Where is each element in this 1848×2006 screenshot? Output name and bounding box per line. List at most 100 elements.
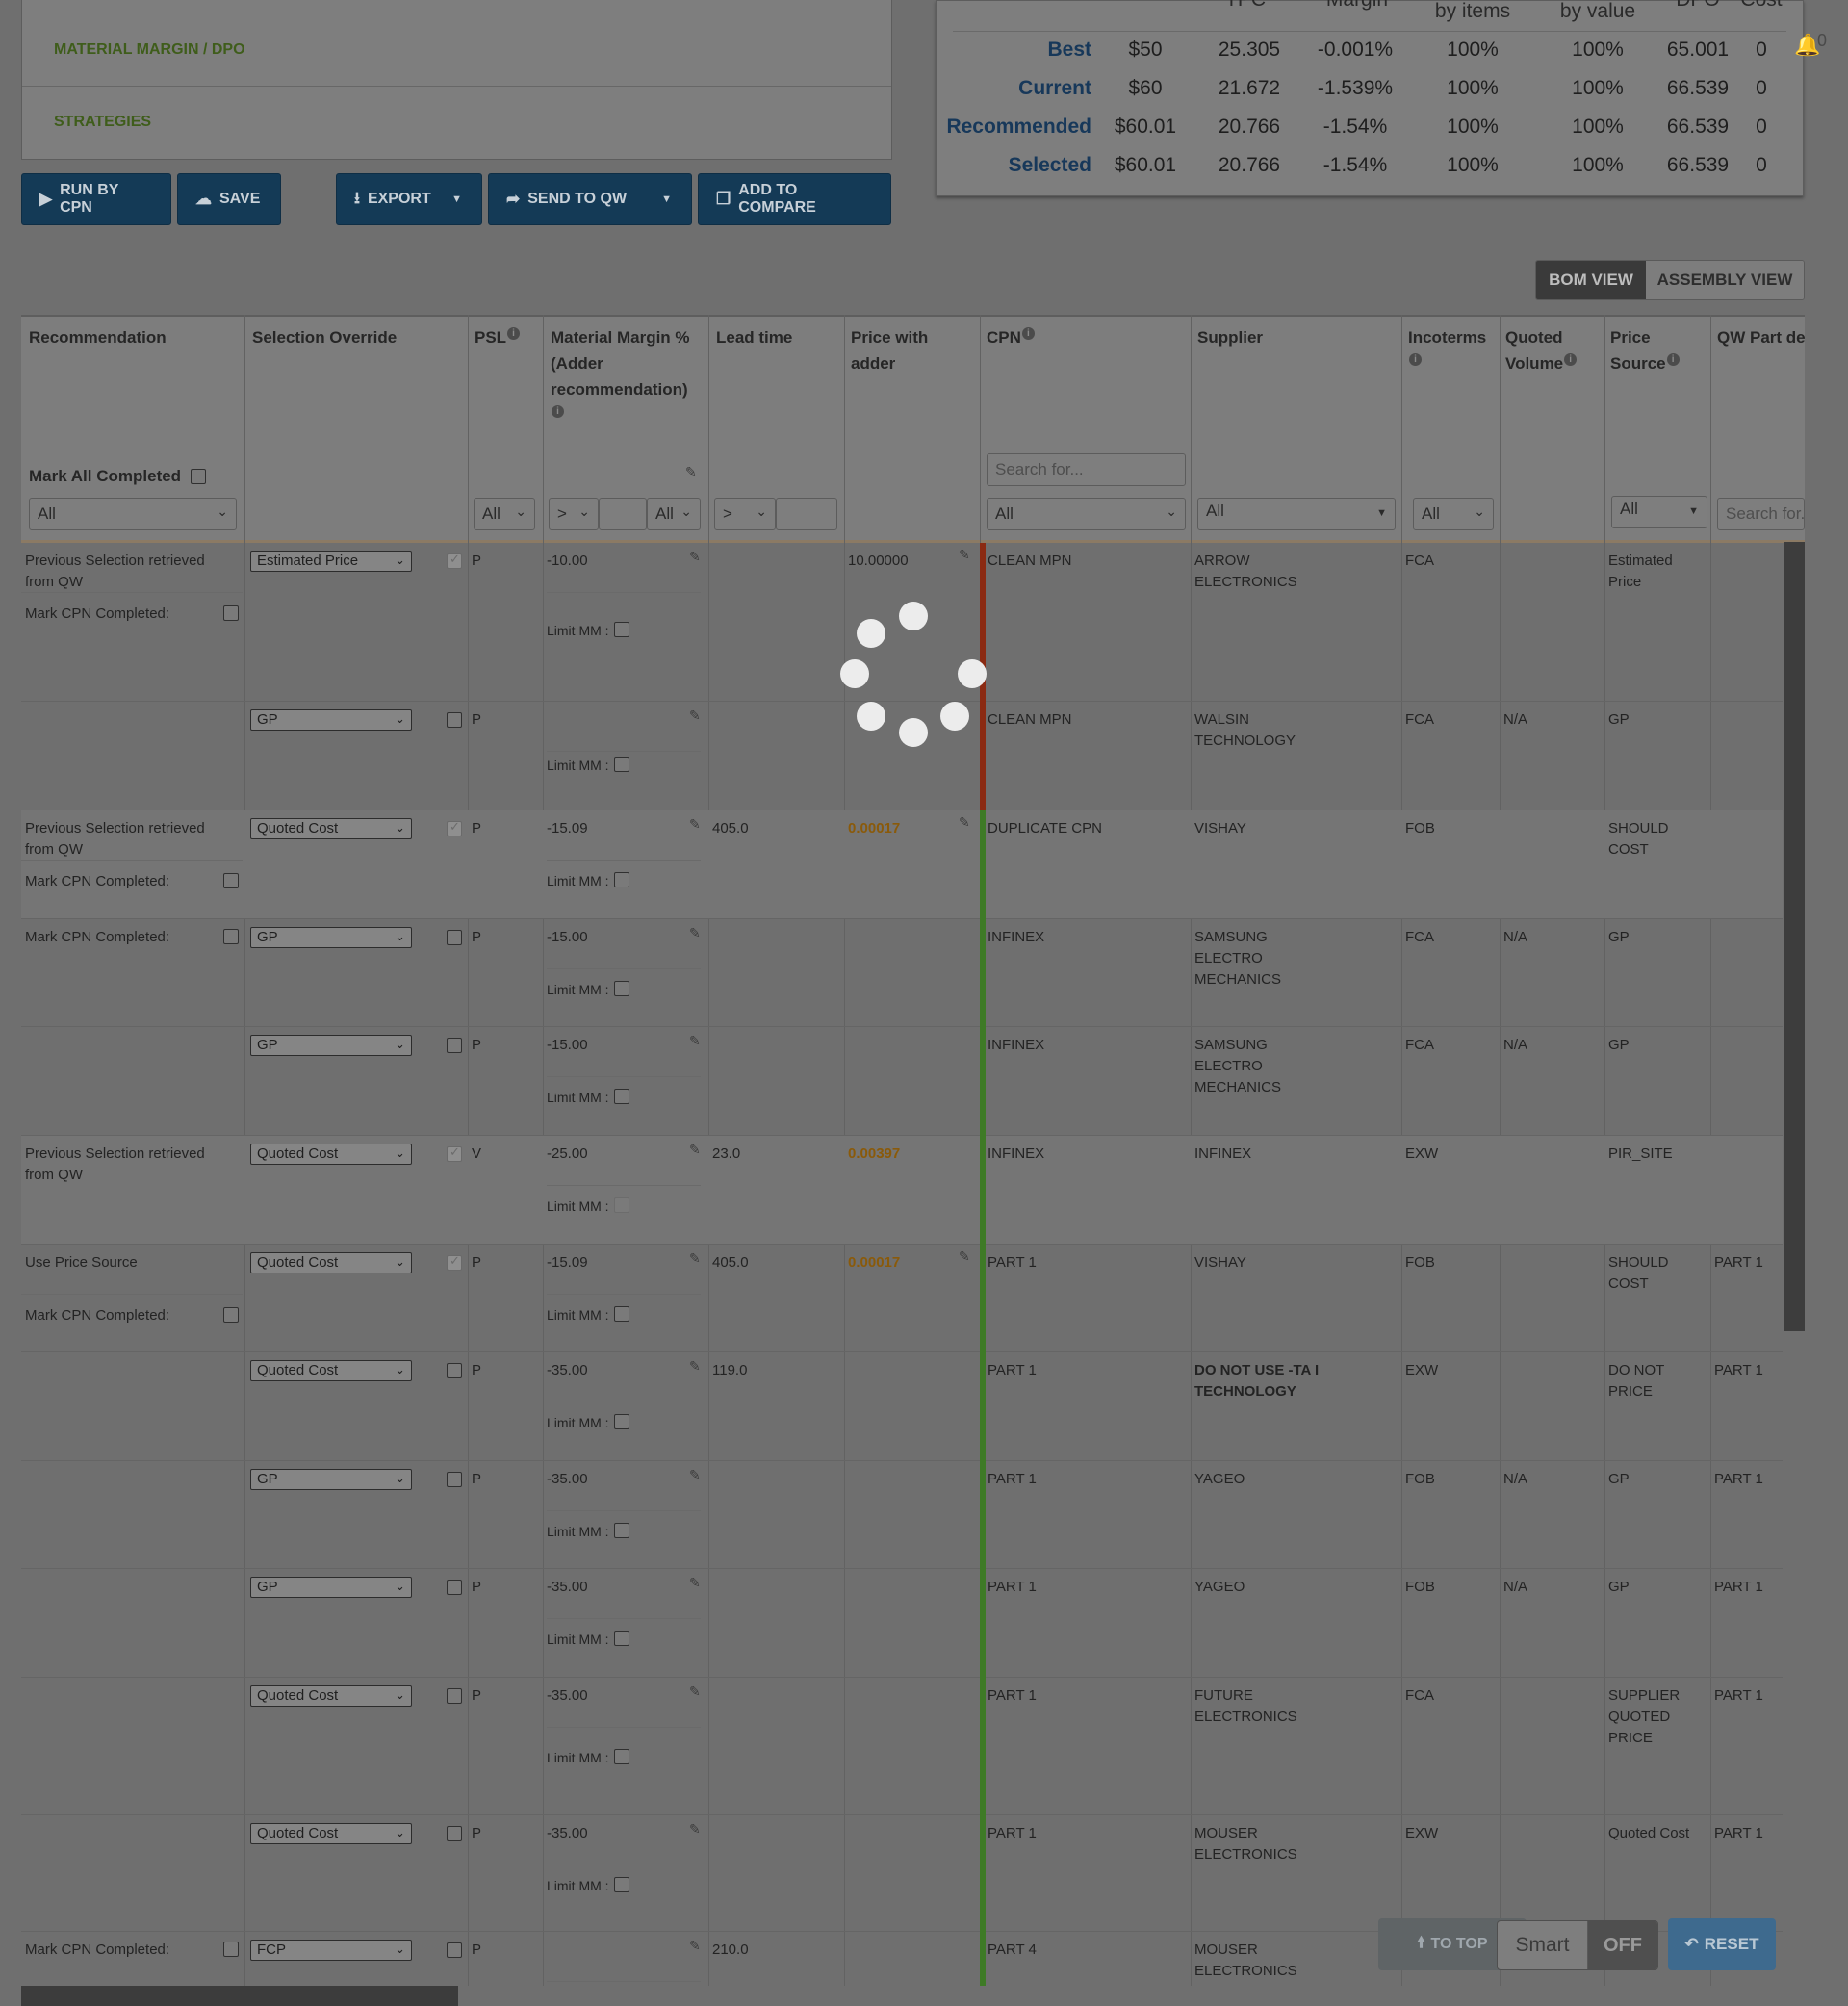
incoterms-filter[interactable]: All ⌄ <box>1413 498 1494 530</box>
limit-mm-checkbox[interactable] <box>614 1523 629 1538</box>
header-selection-override[interactable]: Selection Override <box>252 324 397 350</box>
pencil-icon[interactable]: ✎ <box>689 1575 701 1591</box>
caret-down-icon[interactable]: ▼ <box>661 193 672 205</box>
psl-filter[interactable]: All ⌄ <box>474 498 535 530</box>
header-material-margin[interactable]: Material Margin % (Adder recommendation)… <box>551 324 705 428</box>
psl-checkbox[interactable] <box>447 819 462 836</box>
assembly-view-button[interactable]: ASSEMBLY VIEW <box>1646 261 1804 299</box>
save-button[interactable]: ☁ SAVE <box>177 173 281 225</box>
selection-override-select[interactable]: GP ⌄ <box>250 709 412 731</box>
mark-cpn-completed-checkbox[interactable] <box>223 1942 239 1957</box>
selection-override-select[interactable]: GP ⌄ <box>250 1577 412 1598</box>
mark-cpn-completed-checkbox[interactable] <box>223 1307 239 1323</box>
mark-cpn-completed-checkbox[interactable] <box>223 605 239 621</box>
header-lead-time[interactable]: Lead time <box>716 324 792 350</box>
mark-all-completed-checkbox[interactable] <box>191 469 206 484</box>
selection-override-select[interactable]: Quoted Cost ⌄ <box>250 818 412 839</box>
pencil-icon[interactable]: ✎ <box>689 1938 701 1954</box>
lead-operator-filter[interactable]: > ⌄ <box>714 498 776 530</box>
header-cpn[interactable]: CPN i <box>987 324 1035 350</box>
psl-checkbox[interactable] <box>447 1144 462 1162</box>
selection-override-select[interactable]: Quoted Cost ⌄ <box>250 1252 412 1273</box>
header-incoterms[interactable]: Incoterms i <box>1408 324 1486 376</box>
send-to-qw-button[interactable]: ➦ SEND TO QW ▼ <box>488 173 692 225</box>
selection-override-select[interactable]: Quoted Cost ⌄ <box>250 1360 412 1381</box>
psl-checkbox[interactable] <box>447 1253 462 1271</box>
psl-checkbox[interactable] <box>447 1580 462 1595</box>
caret-down-icon[interactable]: ▼ <box>451 193 462 205</box>
header-quoted-volume[interactable]: Quoted Volume i <box>1505 324 1582 376</box>
mark-cpn-completed-checkbox[interactable] <box>223 873 239 888</box>
add-to-compare-button[interactable]: ❐ ADD TO COMPARE <box>698 173 891 225</box>
limit-mm-checkbox[interactable] <box>614 872 629 887</box>
price-source-filter[interactable]: All ▼ <box>1611 496 1707 528</box>
limit-mm-checkbox[interactable] <box>614 622 629 637</box>
pencil-icon[interactable]: ✎ <box>689 1033 701 1049</box>
header-qw-part[interactable]: QW Part de <box>1717 324 1805 350</box>
info-icon[interactable]: i <box>1409 353 1422 367</box>
export-button[interactable]: ⭳ EXPORT ▼ <box>336 173 482 225</box>
mark-cpn-completed-checkbox[interactable] <box>223 929 239 944</box>
pencil-icon[interactable]: ✎ <box>685 464 697 480</box>
header-supplier[interactable]: Supplier <box>1197 324 1263 350</box>
limit-mm-checkbox[interactable] <box>614 1877 629 1892</box>
pencil-icon[interactable]: ✎ <box>689 925 701 941</box>
cpn-filter[interactable]: All ⌄ <box>987 498 1186 530</box>
panel-item-strategies[interactable]: STRATEGIES <box>22 88 891 159</box>
header-price-source[interactable]: Price Source i <box>1610 324 1687 376</box>
supplier-filter[interactable]: All ▼ <box>1197 498 1396 530</box>
pencil-icon[interactable]: ✎ <box>689 816 701 833</box>
bom-view-button[interactable]: BOM VIEW <box>1536 261 1646 299</box>
smart-off-state[interactable]: OFF <box>1588 1921 1657 1969</box>
pencil-icon[interactable]: ✎ <box>959 547 970 563</box>
mm-adder-filter[interactable]: All ⌄ <box>647 498 701 530</box>
limit-mm-checkbox[interactable] <box>614 1089 629 1104</box>
selection-override-select[interactable]: GP ⌄ <box>250 1469 412 1490</box>
psl-checkbox[interactable] <box>447 1472 462 1487</box>
lead-value-filter[interactable] <box>776 498 837 530</box>
pencil-icon[interactable]: ✎ <box>689 707 701 724</box>
psl-checkbox[interactable] <box>447 1688 462 1704</box>
qw-part-search-input[interactable]: Search for... <box>1717 498 1805 530</box>
limit-mm-checkbox[interactable] <box>614 981 629 996</box>
pencil-icon[interactable]: ✎ <box>689 1821 701 1838</box>
limit-mm-checkbox[interactable] <box>614 1197 629 1213</box>
selection-override-select[interactable]: FCP ⌄ <box>250 1940 412 1961</box>
limit-mm-checkbox[interactable] <box>614 1631 629 1646</box>
mm-operator-filter[interactable]: > ⌄ <box>549 498 599 530</box>
pencil-icon[interactable]: ✎ <box>689 1684 701 1700</box>
pencil-icon[interactable]: ✎ <box>959 814 970 831</box>
psl-checkbox[interactable] <box>447 1826 462 1841</box>
pencil-icon[interactable]: ✎ <box>689 1250 701 1267</box>
info-icon[interactable]: i <box>552 405 564 419</box>
psl-checkbox[interactable] <box>447 1038 462 1053</box>
pencil-icon[interactable]: ✎ <box>689 1142 701 1158</box>
psl-checkbox[interactable] <box>447 552 462 569</box>
cpn-search-input[interactable]: Search for... <box>987 453 1186 486</box>
reset-button[interactable]: ↶ RESET <box>1668 1918 1776 1970</box>
mm-value-filter[interactable] <box>599 498 647 530</box>
selection-override-select[interactable]: Quoted Cost ⌄ <box>250 1144 412 1165</box>
selection-override-select[interactable]: GP ⌄ <box>250 927 412 948</box>
psl-checkbox[interactable] <box>447 1363 462 1378</box>
limit-mm-checkbox[interactable] <box>614 1306 629 1322</box>
selection-override-select[interactable]: Quoted Cost ⌄ <box>250 1685 412 1707</box>
limit-mm-checkbox[interactable] <box>614 1414 629 1429</box>
header-psl[interactable]: PSL i <box>475 324 521 350</box>
limit-mm-checkbox[interactable] <box>614 1749 629 1764</box>
psl-checkbox[interactable] <box>447 930 462 945</box>
psl-checkbox[interactable] <box>447 712 462 728</box>
recommendation-filter[interactable]: All ⌄ <box>29 498 237 530</box>
selection-override-select[interactable]: Quoted Cost ⌄ <box>250 1823 412 1844</box>
info-icon[interactable]: i <box>1666 353 1680 367</box>
info-icon[interactable]: i <box>507 327 521 341</box>
header-recommendation[interactable]: Recommendation <box>29 324 167 350</box>
run-by-cpn-button[interactable]: ▶ RUN BY CPN <box>21 173 171 225</box>
pencil-icon[interactable]: ✎ <box>959 1248 970 1265</box>
panel-item-material-margin[interactable]: MATERIAL MARGIN / DPO <box>22 15 891 87</box>
limit-mm-checkbox[interactable] <box>614 757 629 772</box>
vertical-scrollbar[interactable] <box>1784 542 1805 1331</box>
info-icon[interactable]: i <box>1021 327 1035 341</box>
selection-override-select[interactable]: Estimated Price ⌄ <box>250 551 412 572</box>
smart-toggle[interactable]: Smart OFF <box>1497 1920 1658 1970</box>
